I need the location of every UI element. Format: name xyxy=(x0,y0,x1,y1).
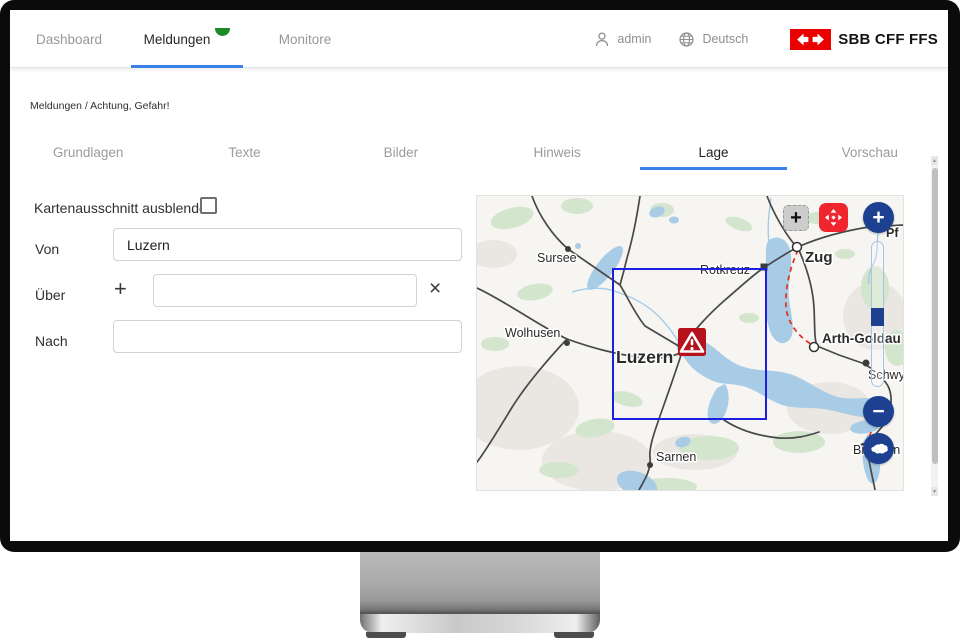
warning-marker-icon[interactable] xyxy=(678,328,706,356)
globe-icon xyxy=(679,32,694,47)
add-via-button[interactable]: + xyxy=(114,278,127,300)
tab-label: Hinweis xyxy=(534,145,581,160)
monitor-stand-base xyxy=(360,614,600,633)
tab-active-underline xyxy=(640,167,786,170)
tab-hinweis[interactable]: Hinweis xyxy=(479,134,635,170)
hide-map-checkbox[interactable] xyxy=(200,197,217,214)
main-nav: Dashboard Meldungen Monitore xyxy=(10,10,364,68)
map-label-sursee: Sursee xyxy=(537,251,577,265)
ueber-input[interactable] xyxy=(153,274,417,307)
map-overview-button[interactable]: + xyxy=(783,205,809,231)
tab-texte[interactable]: Texte xyxy=(166,134,322,170)
user-menu[interactable]: admin xyxy=(595,32,651,47)
monitor-foot xyxy=(554,632,594,638)
nav-label-meldungen: Meldungen xyxy=(144,32,211,47)
breadcrumb: Meldungen / Achtung, Gefahr! xyxy=(30,100,170,112)
map-label-wolhusen: Wolhusen xyxy=(505,326,560,340)
tab-grundlagen[interactable]: Grundlagen xyxy=(10,134,166,170)
sbb-logo-icon xyxy=(790,29,831,50)
map-zoom-slider[interactable] xyxy=(871,241,884,387)
brand-text: SBB CFF FFS xyxy=(838,31,938,48)
clear-via-button[interactable]: × xyxy=(429,278,441,299)
header-right: admin Deutsch xyxy=(595,10,938,68)
map-label-luzern: Luzern xyxy=(616,347,673,367)
tab-label: Texte xyxy=(228,145,260,160)
scrollbar-down-arrow[interactable]: ▼ xyxy=(931,487,938,496)
map-label-arth-goldau: Arth-Goldau xyxy=(822,331,901,346)
ueber-label: Über xyxy=(35,287,65,303)
map-canvas[interactable]: Sursee Rotkreuz Zug Wolhusen Luzern Arth… xyxy=(477,196,903,490)
tab-label: Grundlagen xyxy=(53,145,124,160)
map-zoom-out-button[interactable]: − xyxy=(863,396,894,427)
map-home-button[interactable] xyxy=(863,433,894,464)
map-label-sarnen: Sarnen xyxy=(656,450,696,464)
user-name: admin xyxy=(617,32,651,46)
tab-lage[interactable]: Lage xyxy=(635,134,791,170)
app-header: Dashboard Meldungen Monitore ad xyxy=(10,10,948,68)
nav-label-monitore: Monitore xyxy=(279,32,332,47)
language-label: Deutsch xyxy=(702,32,748,46)
nav-active-underline xyxy=(131,65,243,68)
monitor-frame: Dashboard Meldungen Monitore ad xyxy=(0,0,960,638)
nach-input[interactable] xyxy=(113,320,462,353)
von-input[interactable] xyxy=(113,228,462,261)
tab-bar: Grundlagen Texte Bilder Hinweis Lage Vor… xyxy=(10,134,948,170)
nach-label: Nach xyxy=(35,333,68,349)
app-window: Dashboard Meldungen Monitore ad xyxy=(10,10,948,541)
switzerland-shape-icon xyxy=(869,442,889,455)
monitor-stand xyxy=(360,552,600,614)
map-zoom-slider-handle[interactable] xyxy=(871,308,884,326)
tab-vorschau[interactable]: Vorschau xyxy=(792,134,948,170)
hide-map-label: Kartenausschnitt ausblenden xyxy=(34,200,215,216)
tab-label: Vorschau xyxy=(842,145,898,160)
map-pan-button[interactable] xyxy=(819,203,848,232)
map-label-zug: Zug xyxy=(805,249,833,266)
meldungen-badge-icon xyxy=(215,28,230,36)
nav-label-dashboard: Dashboard xyxy=(36,32,102,47)
scrollbar-up-arrow[interactable]: ▲ xyxy=(931,156,938,165)
brand: SBB CFF FFS xyxy=(790,29,938,50)
monitor-foot xyxy=(366,632,406,638)
nav-item-monitore[interactable]: Monitore xyxy=(246,10,364,68)
pan-arrows-icon xyxy=(824,208,843,227)
tab-label: Lage xyxy=(698,145,728,160)
map-zoom-in-button[interactable]: + xyxy=(863,202,894,233)
tab-bilder[interactable]: Bilder xyxy=(323,134,479,170)
tab-label: Bilder xyxy=(384,145,419,160)
scrollbar-thumb[interactable] xyxy=(932,168,938,464)
von-label: Von xyxy=(35,241,59,257)
vertical-scrollbar[interactable]: ▲ ▼ xyxy=(931,156,938,496)
language-menu[interactable]: Deutsch xyxy=(679,32,748,47)
map-card: Sursee Rotkreuz Zug Wolhusen Luzern Arth… xyxy=(477,196,903,490)
nav-item-meldungen[interactable]: Meldungen xyxy=(128,10,246,68)
nav-item-dashboard[interactable]: Dashboard xyxy=(10,10,128,68)
user-icon xyxy=(595,32,609,47)
